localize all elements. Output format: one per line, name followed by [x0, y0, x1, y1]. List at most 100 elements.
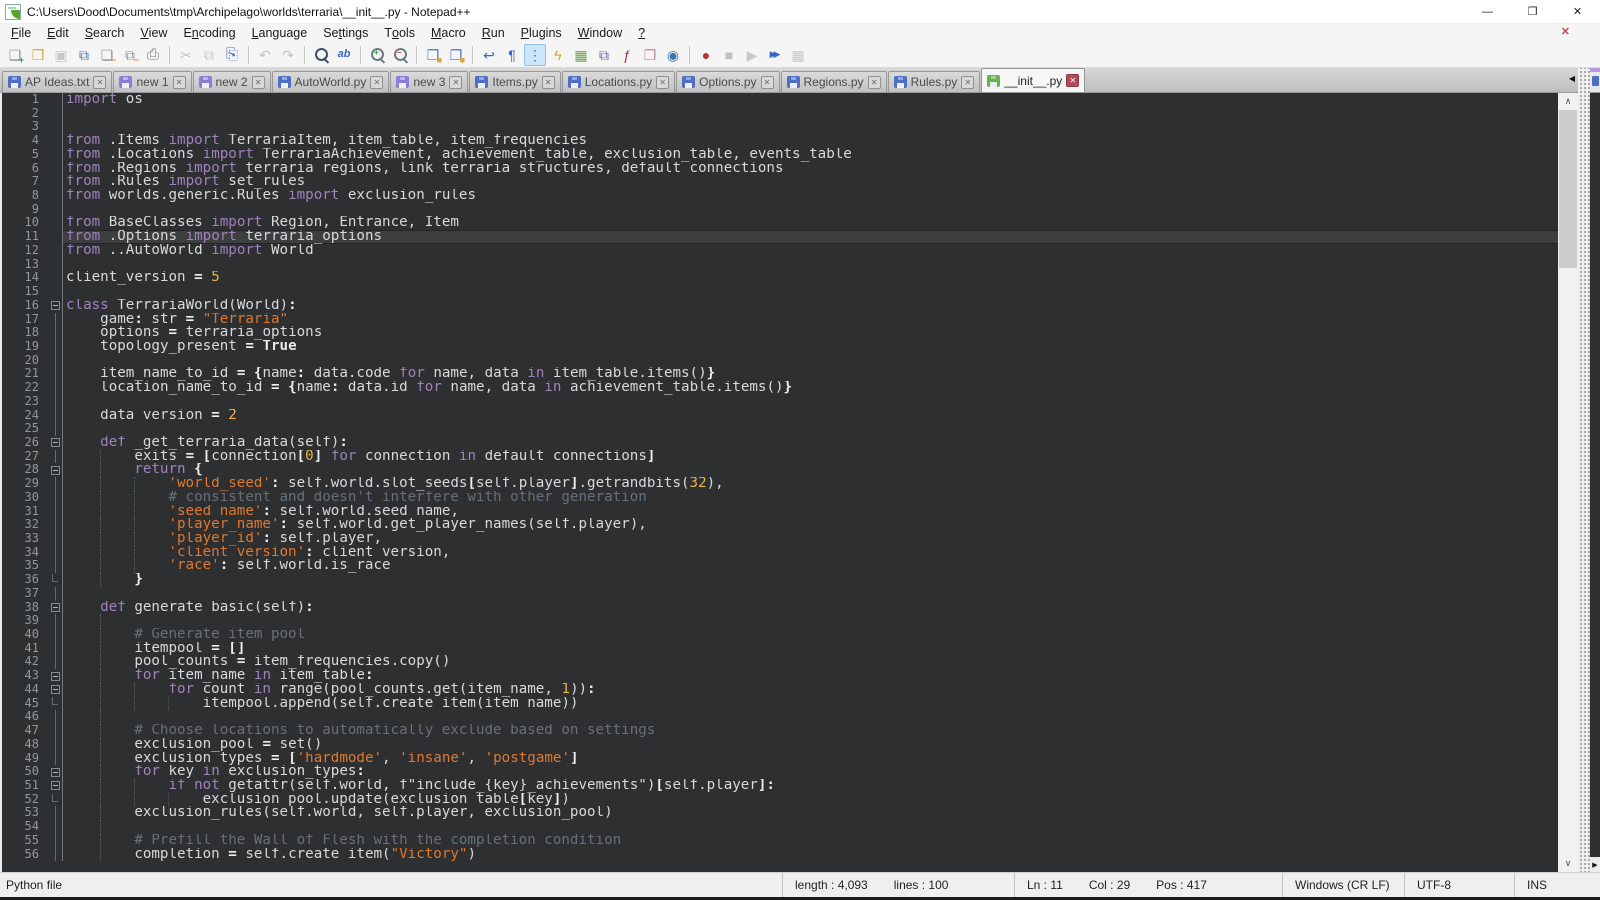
code-line[interactable]: 21item_name_to_id = {name: data.code for…	[2, 367, 1558, 381]
fold-margin[interactable]	[48, 573, 63, 587]
save-macro-icon[interactable]: ▦	[787, 44, 809, 66]
fold-margin[interactable]	[48, 765, 63, 779]
tab-close-icon[interactable]: ✕	[656, 76, 669, 89]
status-insert-mode[interactable]: INS	[1514, 873, 1600, 897]
code-line[interactable]: 40# Generate item pool	[2, 628, 1558, 642]
zoom-out-icon[interactable]: −	[389, 44, 411, 66]
tab-autoworld-py[interactable]: AutoWorld.py✕	[272, 71, 390, 92]
fold-margin[interactable]	[48, 738, 63, 752]
copy-icon[interactable]: ⧉	[198, 44, 220, 66]
fold-margin[interactable]	[48, 216, 63, 230]
code-line[interactable]: 2	[2, 107, 1558, 121]
define-language-icon[interactable]: ϟ	[547, 44, 569, 66]
code-line[interactable]: 52exclusion_pool.update(exclusion_table[…	[2, 793, 1558, 807]
fold-collapse-icon[interactable]	[51, 301, 60, 310]
close-button[interactable]: ✕	[1555, 0, 1600, 23]
macro-run-multiple-icon[interactable]: ▶▶	[764, 44, 786, 66]
fold-margin[interactable]	[48, 505, 63, 519]
fold-margin[interactable]	[48, 120, 63, 134]
menu-tools[interactable]: Tools	[376, 24, 423, 42]
code-editor[interactable]: 1import os234from .Items import Terraria…	[0, 93, 1558, 872]
code-line[interactable]: 49exclusion_types = ['hardmode', 'insane…	[2, 752, 1558, 766]
code-line[interactable]: 38def generate_basic(self):	[2, 601, 1558, 615]
fold-margin[interactable]	[48, 724, 63, 738]
code-line[interactable]: 53exclusion_rules(self.world, self.playe…	[2, 806, 1558, 820]
fold-margin[interactable]	[48, 230, 63, 244]
code-line[interactable]: 20	[2, 354, 1558, 368]
scrollbar-track[interactable]	[1558, 110, 1578, 855]
tab-items-py[interactable]: Items.py✕	[469, 71, 560, 92]
open-file-icon[interactable]: ❒	[27, 44, 49, 66]
code-line[interactable]: 5from .Locations import TerrariaAchievem…	[2, 148, 1558, 162]
code-line[interactable]: 41itempool = []	[2, 642, 1558, 656]
fold-margin[interactable]	[48, 683, 63, 697]
fold-margin[interactable]	[48, 793, 63, 807]
tab-options-py[interactable]: Options.py✕	[676, 71, 779, 92]
code-line[interactable]: 30# consistent and doesn't interfere wit…	[2, 491, 1558, 505]
fold-margin[interactable]	[48, 834, 63, 848]
tab-close-icon[interactable]: ✕	[868, 76, 881, 89]
fold-margin[interactable]	[48, 463, 63, 477]
fold-margin[interactable]	[48, 326, 63, 340]
fold-margin[interactable]	[48, 285, 63, 299]
fold-margin[interactable]	[48, 587, 63, 601]
close-all-icon[interactable]: ⧉−	[119, 44, 141, 66]
fold-collapse-icon[interactable]	[51, 603, 60, 612]
tab-locations-py[interactable]: Locations.py✕	[562, 71, 675, 92]
menu-window[interactable]: Window	[570, 24, 630, 42]
code-line[interactable]: 15	[2, 285, 1558, 299]
code-line[interactable]: 23	[2, 395, 1558, 409]
status-encoding[interactable]: UTF-8	[1404, 873, 1514, 897]
document-list-icon[interactable]: ⧉	[593, 44, 615, 66]
sync-vertical-scrolling-icon[interactable]: ❐■	[422, 44, 444, 66]
tab--init-py[interactable]: __init__.py✕	[981, 68, 1085, 92]
tab-close-icon[interactable]: ✕	[449, 76, 462, 89]
print-icon[interactable]: ⎙	[142, 44, 164, 66]
fold-margin[interactable]	[48, 546, 63, 560]
fold-margin[interactable]	[48, 409, 63, 423]
code-line[interactable]: 3	[2, 120, 1558, 134]
sync-horizontal-scrolling-icon[interactable]: ❐■	[445, 44, 467, 66]
fold-collapse-icon[interactable]	[51, 466, 60, 475]
view-splitter[interactable]	[1578, 68, 1590, 872]
scrollbar-thumb[interactable]	[1559, 110, 1577, 268]
save-icon[interactable]: ▣	[50, 44, 72, 66]
code-line[interactable]: 6from .Regions import terraria_regions, …	[2, 162, 1558, 176]
tab-close-icon[interactable]: ✕	[961, 76, 974, 89]
monitoring-icon[interactable]: ◉	[662, 44, 684, 66]
code-line[interactable]: 33'player_id': self.player,	[2, 532, 1558, 546]
code-line[interactable]: 45itempool.append(self.create_item(item_…	[2, 697, 1558, 711]
fold-margin[interactable]	[48, 422, 63, 436]
scroll-up-icon[interactable]: ∧	[1558, 93, 1578, 110]
vertical-scrollbar[interactable]: ∧ ∨	[1558, 93, 1578, 872]
code-line[interactable]: 34'client_version': client_version,	[2, 546, 1558, 560]
code-line[interactable]: 16class TerrariaWorld(World):	[2, 299, 1558, 313]
code-line[interactable]: 55# Prefill the Wall of Flesh with the c…	[2, 834, 1558, 848]
macro-record-icon[interactable]: ●	[695, 44, 717, 66]
code-line[interactable]: 7from .Rules import set_rules	[2, 175, 1558, 189]
fold-margin[interactable]	[48, 367, 63, 381]
menu-search[interactable]: Search	[77, 24, 133, 42]
code-line[interactable]: 24data_version = 2	[2, 409, 1558, 423]
code-line[interactable]: 22location_name_to_id = {name: data.id f…	[2, 381, 1558, 395]
fold-collapse-icon[interactable]	[51, 438, 60, 447]
menu-edit[interactable]: Edit	[39, 24, 77, 42]
fold-margin[interactable]	[48, 244, 63, 258]
fold-margin[interactable]	[48, 203, 63, 217]
menu-encoding[interactable]: Encoding	[175, 24, 243, 42]
menu-macro[interactable]: Macro	[423, 24, 474, 42]
fold-margin[interactable]	[48, 669, 63, 683]
fold-margin[interactable]	[48, 697, 63, 711]
code-line[interactable]: 18options = terraria_options	[2, 326, 1558, 340]
word-wrap-icon[interactable]: ↩	[478, 44, 500, 66]
fold-margin[interactable]	[48, 162, 63, 176]
fold-margin[interactable]	[48, 820, 63, 834]
fold-margin[interactable]	[48, 642, 63, 656]
tab-new-3[interactable]: new 3✕	[390, 71, 468, 92]
folder-as-workspace-icon[interactable]: ❒	[639, 44, 661, 66]
tab-rules-py[interactable]: Rules.py✕	[888, 71, 981, 92]
fold-margin[interactable]	[48, 518, 63, 532]
code-line[interactable]: 42pool_counts = item_frequencies.copy()	[2, 655, 1558, 669]
code-line[interactable]: 26def _get_terraria_data(self):	[2, 436, 1558, 450]
fold-margin[interactable]	[48, 628, 63, 642]
